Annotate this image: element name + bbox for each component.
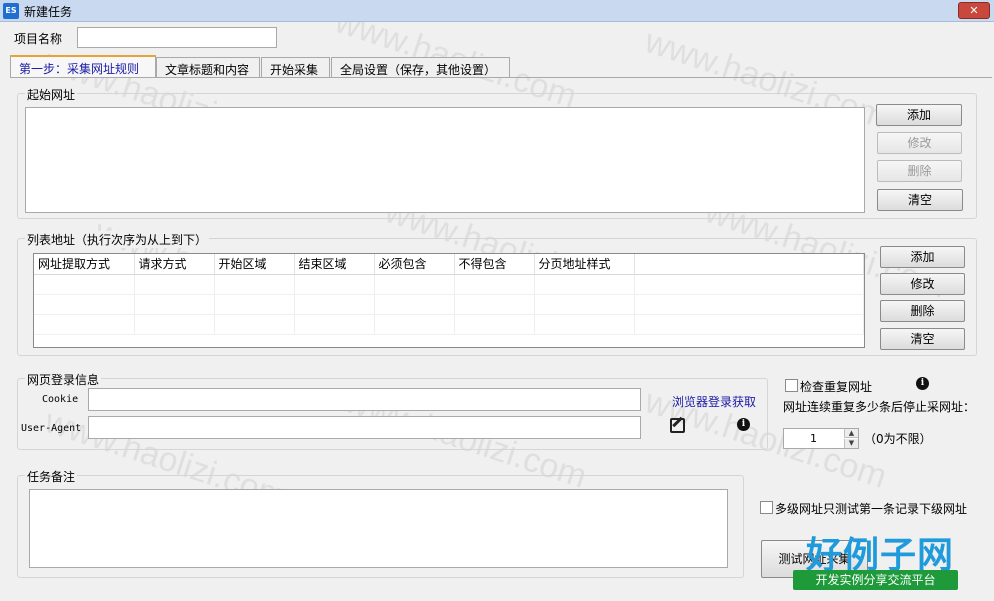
info-icon[interactable]: i bbox=[916, 377, 929, 390]
login-title: 网页登录信息 bbox=[25, 371, 102, 388]
project-name-label: 项目名称 bbox=[14, 32, 63, 46]
list-urls-title: 列表地址（执行次序为从上到下） bbox=[25, 231, 210, 248]
notes-title: 任务备注 bbox=[25, 468, 78, 485]
stepper-down-icon[interactable]: ▼ bbox=[844, 439, 858, 448]
column-header[interactable]: 不得包含 bbox=[454, 254, 535, 275]
tab-start-collect[interactable]: 开始采集 bbox=[261, 57, 330, 78]
tab-article-title-content[interactable]: 文章标题和内容 bbox=[156, 57, 260, 78]
tab-global-settings[interactable]: 全局设置（保存，其他设置） bbox=[331, 57, 510, 78]
list-urls-add-button[interactable]: 添加 bbox=[880, 246, 965, 268]
edit-icon[interactable] bbox=[670, 418, 685, 433]
column-header[interactable]: 分页地址样式 bbox=[534, 254, 635, 275]
table-row[interactable] bbox=[34, 314, 864, 335]
column-header-filler bbox=[634, 254, 864, 275]
browser-login-link[interactable]: 浏览器登录获取 bbox=[672, 393, 756, 410]
cookie-label: Cookie bbox=[42, 394, 79, 405]
stop-after-hint: （0为不限） bbox=[864, 432, 932, 446]
list-urls-delete-button[interactable]: 删除 bbox=[880, 300, 965, 322]
check-duplicate-url-checkbox[interactable] bbox=[785, 379, 798, 392]
notes-textarea[interactable] bbox=[29, 489, 728, 568]
start-urls-delete-button[interactable]: 删除 bbox=[877, 160, 962, 182]
cookie-input[interactable] bbox=[88, 388, 641, 411]
start-urls-clear-button[interactable]: 清空 bbox=[877, 189, 963, 211]
table-row[interactable] bbox=[34, 274, 864, 295]
stop-after-duplicates-stepper[interactable]: 1 ▲ ▼ bbox=[783, 428, 859, 449]
info-icon[interactable]: i bbox=[737, 418, 750, 431]
start-urls-title: 起始网址 bbox=[25, 86, 78, 103]
start-urls-edit-button[interactable]: 修改 bbox=[877, 132, 962, 154]
multi-level-test-label[interactable]: 多级网址只测试第一条记录下级网址 bbox=[775, 500, 967, 517]
multi-level-test-checkbox[interactable] bbox=[760, 501, 773, 514]
column-header[interactable]: 请求方式 bbox=[134, 254, 215, 275]
brand-tagline: 开发实例分享交流平台 bbox=[793, 570, 958, 590]
user-agent-label: User-Agent bbox=[21, 423, 82, 434]
list-urls-edit-button[interactable]: 修改 bbox=[880, 273, 965, 295]
column-header[interactable]: 开始区域 bbox=[214, 254, 295, 275]
stepper-up-icon[interactable]: ▲ bbox=[844, 429, 858, 438]
table-header-row: 网址提取方式 请求方式 开始区域 结束区域 必须包含 不得包含 分页地址样式 bbox=[34, 254, 864, 275]
list-urls-table[interactable]: 网址提取方式 请求方式 开始区域 结束区域 必须包含 不得包含 分页地址样式 bbox=[34, 254, 864, 335]
stepper-value: 1 bbox=[810, 432, 817, 445]
user-agent-input[interactable] bbox=[88, 416, 641, 439]
stop-after-duplicates-label: 网址连续重复多少条后停止采网址： bbox=[783, 400, 976, 414]
window-title: 新建任务 bbox=[24, 5, 73, 19]
table-row[interactable] bbox=[34, 294, 864, 315]
column-header[interactable]: 网址提取方式 bbox=[34, 254, 135, 275]
app-icon: ES bbox=[3, 3, 19, 19]
window-titlebar[interactable]: ES 新建任务 ✕ bbox=[0, 0, 994, 22]
tab-url-rules[interactable]: 第一步：采集网址规则 bbox=[10, 55, 156, 78]
close-button[interactable]: ✕ bbox=[958, 2, 990, 19]
start-urls-add-button[interactable]: 添加 bbox=[876, 104, 962, 126]
project-name-input[interactable] bbox=[77, 27, 277, 48]
column-header[interactable]: 结束区域 bbox=[294, 254, 375, 275]
list-urls-clear-button[interactable]: 清空 bbox=[880, 328, 965, 350]
column-header[interactable]: 必须包含 bbox=[374, 254, 455, 275]
start-urls-list[interactable] bbox=[25, 107, 865, 213]
check-duplicate-url-label[interactable]: 检查重复网址 bbox=[800, 378, 872, 395]
